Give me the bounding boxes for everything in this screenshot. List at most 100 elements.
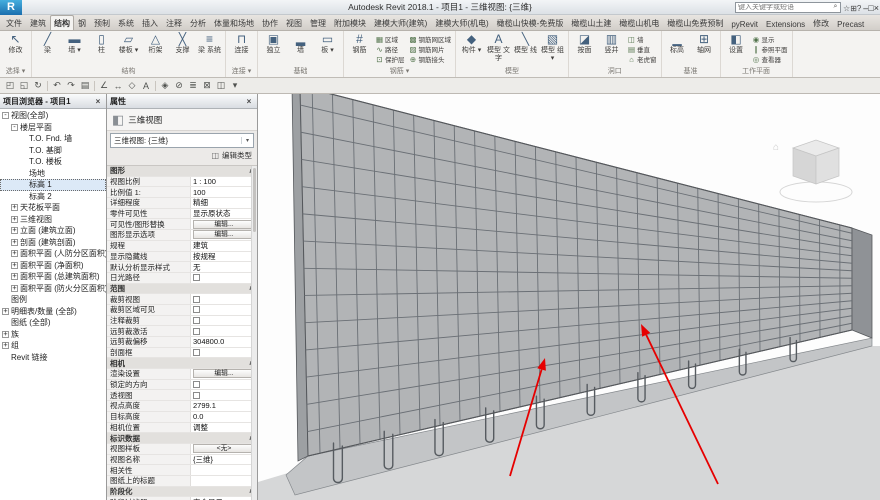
tab-pyrevit[interactable]: pyRevit <box>727 17 762 30</box>
checkbox[interactable] <box>193 274 200 281</box>
undo-icon[interactable]: ↶ <box>50 80 64 91</box>
property-value[interactable]: 2799.1 <box>191 401 257 411</box>
tab-precast[interactable]: 预制 <box>90 15 114 30</box>
close-button[interactable]: × <box>874 3 879 13</box>
tool-shaft-opening[interactable]: ▥竖井 <box>598 32 625 66</box>
expand-icon[interactable]: + <box>11 227 18 234</box>
property-value[interactable]: {三维} <box>191 455 257 465</box>
tool-wall[interactable]: ▬墙 ▾ <box>61 32 88 66</box>
expand-icon[interactable]: - <box>2 112 9 119</box>
tool-level[interactable]: ▁标高 <box>664 32 691 66</box>
tab-structure[interactable]: 结构 <box>50 15 74 30</box>
close-icon[interactable]: × <box>93 97 103 106</box>
open-icon[interactable]: ◰ <box>3 80 17 91</box>
tool-opening-by-face[interactable]: ◪按面 <box>571 32 598 66</box>
tool-fabric-sheet[interactable]: ▨钢筋网片 <box>409 44 452 54</box>
property-value[interactable]: 建筑 <box>191 241 257 251</box>
tree-item-area-plans-civil-defense[interactable]: +面积平面 (人防分区面积) <box>0 248 106 260</box>
property-value[interactable] <box>191 273 257 283</box>
tree-item-area-plans-net[interactable]: +面积平面 (净面积) <box>0 260 106 272</box>
tool-rebar[interactable]: #钢筋 <box>346 32 373 66</box>
checkbox[interactable] <box>193 296 200 303</box>
tree-item-to-slab[interactable]: T.O. 楼板 <box>0 156 106 168</box>
edit-type-button[interactable]: ◫ 编辑类型 <box>107 148 257 163</box>
default-3d-view-icon[interactable]: ◈ <box>158 80 172 91</box>
tab-architecture[interactable]: 建筑 <box>26 15 50 30</box>
property-section-0[interactable]: 图形∧ <box>107 166 257 177</box>
property-value[interactable] <box>191 316 257 326</box>
property-value[interactable]: 1 : 100 <box>191 177 257 187</box>
tree-item-to-footing[interactable]: T.O. 基脚 <box>0 145 106 157</box>
type-selector[interactable]: 三维视图: {三维} ▾ <box>110 133 254 148</box>
tree-item-revit-links[interactable]: Revit 链接 <box>0 352 106 364</box>
scrollbar-thumb[interactable] <box>253 168 256 232</box>
tree-item-level-1[interactable]: 标高 1 <box>0 179 106 191</box>
tool-work-plane-viewer[interactable]: ◎查看器 <box>752 54 788 64</box>
tool-show-work-plane[interactable]: ◉显示 <box>752 34 788 44</box>
tree-item-3d-views[interactable]: +三维视图 <box>0 214 106 226</box>
tool-model-text[interactable]: A模型 文字 <box>485 32 512 66</box>
checkbox[interactable] <box>193 317 200 324</box>
edit-button[interactable]: 编辑... <box>193 230 255 239</box>
tool-vertical-opening[interactable]: ▤垂直 <box>627 44 657 54</box>
property-value[interactable]: 精细 <box>191 198 257 208</box>
tool-beam[interactable]: ╱梁 <box>34 32 61 66</box>
expand-icon[interactable]: + <box>2 308 9 315</box>
customize-qat-icon[interactable]: ▾ <box>228 80 242 91</box>
tool-foundation-slab[interactable]: ▭板 ▾ <box>314 32 341 66</box>
tab-annotate[interactable]: 注释 <box>162 15 186 30</box>
expand-icon[interactable]: + <box>11 285 18 292</box>
checkbox[interactable] <box>193 328 200 335</box>
tab-analyze[interactable]: 分析 <box>186 15 210 30</box>
property-section-25[interactable]: 标识数据∧ <box>107 433 257 444</box>
print-icon[interactable]: ▤ <box>78 80 92 91</box>
property-section-11[interactable]: 范围∧ <box>107 284 257 295</box>
home-icon[interactable]: ⌂ <box>773 142 779 153</box>
tool-column[interactable]: ▯柱 <box>88 32 115 66</box>
tab-insert[interactable]: 插入 <box>138 15 162 30</box>
property-value[interactable] <box>191 465 257 475</box>
3d-view-canvas[interactable]: ⌂ <box>258 94 880 500</box>
close-hidden-windows-icon[interactable]: ⊠ <box>200 80 214 91</box>
expand-icon[interactable]: - <box>11 124 18 131</box>
thin-lines-icon[interactable]: ≣ <box>186 80 200 91</box>
tab-modify-tab[interactable]: 修改 <box>809 15 833 30</box>
property-value[interactable] <box>191 390 257 400</box>
tool-isolated-foundation[interactable]: ▣独立 <box>260 32 287 66</box>
expand-icon[interactable]: + <box>11 204 18 211</box>
edit-button[interactable]: 编辑... <box>193 220 255 229</box>
property-value[interactable] <box>191 476 257 486</box>
property-value[interactable]: 无 <box>191 262 257 272</box>
tool-rebar-coupler[interactable]: ⊕钢筋接头 <box>409 54 452 64</box>
tool-component[interactable]: ◆构件 ▾ <box>458 32 485 66</box>
property-value[interactable]: 304800.0 <box>191 337 257 347</box>
tool-connect[interactable]: ⊓连接 <box>228 32 255 66</box>
aligned-dimension-icon[interactable]: ↔ <box>111 81 125 91</box>
drawing-area[interactable]: ⌂ <box>258 94 880 500</box>
property-value[interactable]: 按规程 <box>191 252 257 262</box>
checkbox[interactable] <box>193 349 200 356</box>
tab-modeling-master-arch[interactable]: 建模大师(建筑) <box>370 15 431 30</box>
property-value[interactable]: <无> <box>191 444 257 454</box>
checkbox[interactable] <box>193 392 200 399</box>
tab-collaborate[interactable]: 协作 <box>258 15 282 30</box>
tree-item-floor-plans[interactable]: -楼层平面 <box>0 122 106 134</box>
tab-addins[interactable]: 附加模块 <box>330 15 370 30</box>
tree-item-area-plans-gross[interactable]: +面积平面 (总建筑面积) <box>0 271 106 283</box>
tool-fabric-area[interactable]: ▩钢筋网区域 <box>409 34 452 44</box>
measure-icon[interactable]: ∠ <box>97 80 111 91</box>
expand-icon[interactable]: + <box>11 239 18 246</box>
tab-glodon-jidian[interactable]: 橄榄山机电 <box>615 15 663 30</box>
tree-item-families[interactable]: +族 <box>0 329 106 341</box>
tab-precast-tab[interactable]: Precast <box>833 17 868 30</box>
tool-model-group[interactable]: ▧模型 组 ▾ <box>539 32 566 66</box>
tab-systems[interactable]: 系统 <box>114 15 138 30</box>
tool-modify[interactable]: ↖修改 <box>2 32 29 66</box>
property-section-18[interactable]: 相机∧ <box>107 358 257 369</box>
tab-manage[interactable]: 管理 <box>306 15 330 30</box>
property-value[interactable] <box>191 348 257 358</box>
tool-path-reinforcement[interactable]: ∿路径 <box>375 44 405 54</box>
tool-ref-plane[interactable]: ∥参照平面 <box>752 44 788 54</box>
expand-icon[interactable]: + <box>2 342 9 349</box>
tool-wall-opening[interactable]: ◫墙 <box>627 34 657 44</box>
